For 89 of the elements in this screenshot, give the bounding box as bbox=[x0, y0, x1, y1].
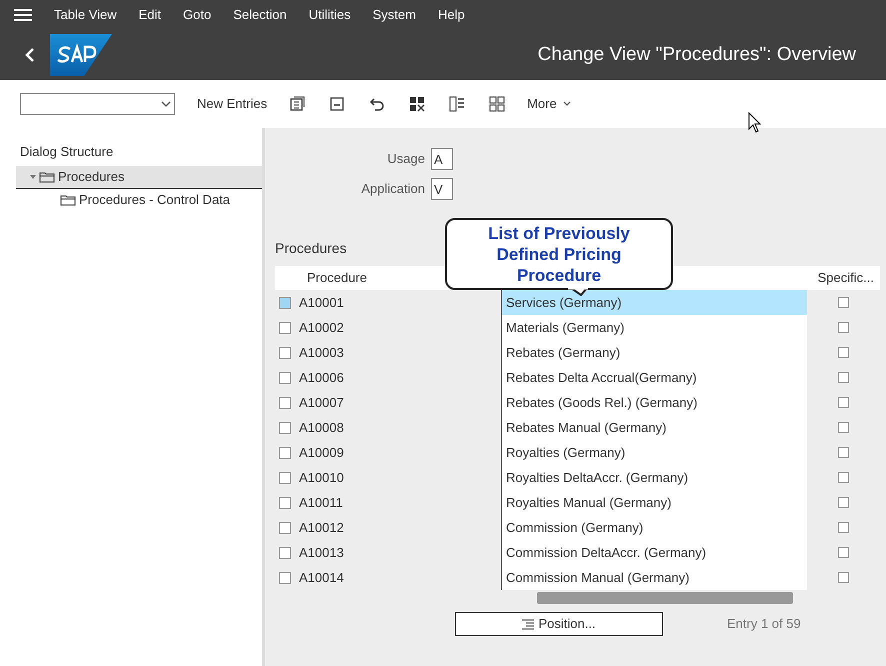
table-cell-text: A10003 bbox=[298, 344, 345, 362]
tree-label: Procedures bbox=[58, 168, 124, 186]
dropdown-field[interactable] bbox=[20, 93, 175, 115]
checkbox[interactable] bbox=[838, 347, 848, 358]
table-cell: Rebates (Goods Rel.) (Germany) bbox=[501, 390, 807, 415]
callout: List of Previously Defined Pricing Procedure bbox=[445, 218, 673, 290]
table-cell: Rebates Manual (Germany) bbox=[501, 415, 807, 440]
chevron-down-icon bbox=[161, 100, 171, 108]
field-label: Application bbox=[360, 180, 425, 198]
folder-icon bbox=[39, 170, 55, 182]
table-cell: Materials (Germany) bbox=[501, 315, 807, 340]
row-selector[interactable] bbox=[279, 296, 291, 308]
table-cell: Commission DeltaAccr. (Germany) bbox=[501, 540, 807, 565]
position-button[interactable]: Position... bbox=[455, 612, 663, 636]
menu-item[interactable]: Help bbox=[438, 5, 465, 25]
menu-item[interactable]: Edit bbox=[138, 5, 162, 25]
menu-item[interactable]: Goto bbox=[183, 5, 212, 25]
row-selector[interactable] bbox=[279, 446, 291, 458]
table-cell-text: A10010 bbox=[298, 468, 345, 487]
table-cell-text: A10012 bbox=[298, 518, 345, 537]
undo-icon bbox=[369, 96, 386, 112]
logo-icon bbox=[50, 34, 112, 76]
chevron-down-icon bbox=[562, 101, 571, 107]
new-entries-button[interactable]: New Entries bbox=[197, 94, 268, 114]
table-cell-text: A10013 bbox=[298, 544, 345, 562]
input-field[interactable]: A bbox=[431, 148, 453, 170]
tree-item[interactable]: Procedures bbox=[16, 166, 262, 188]
column-header: Specific... bbox=[818, 269, 874, 288]
scrollbar[interactable] bbox=[537, 592, 793, 604]
row-selector[interactable] bbox=[279, 522, 291, 534]
table-cell-text: A10002 bbox=[298, 318, 345, 337]
table-cell: Rebates Delta Accrual(Germany) bbox=[501, 365, 807, 390]
column-header: Procedure bbox=[307, 269, 367, 288]
tree-item[interactable]: Procedures - Control Data bbox=[16, 188, 262, 212]
row-selector[interactable] bbox=[279, 346, 291, 358]
menu-item[interactable]: Selection bbox=[233, 5, 287, 25]
row-selector[interactable] bbox=[279, 472, 291, 484]
table-cell: Royalties Manual (Germany) bbox=[501, 490, 807, 515]
checkbox[interactable] bbox=[838, 447, 848, 458]
row-selector[interactable] bbox=[279, 422, 291, 434]
table-cell-text: A10008 bbox=[298, 418, 345, 437]
mouse-cursor-icon bbox=[748, 112, 762, 134]
checkbox[interactable] bbox=[838, 397, 848, 408]
table-cell: Royalties (Germany) bbox=[501, 440, 807, 465]
page-title: Change View "Procedures": Overview bbox=[538, 42, 856, 67]
table-cell-text: A10001 bbox=[298, 294, 345, 312]
list-icon bbox=[522, 618, 534, 630]
menu-item[interactable]: Utilities bbox=[308, 5, 351, 25]
table-cell-text: A10009 bbox=[298, 444, 345, 462]
checkbox[interactable] bbox=[838, 472, 848, 483]
table-cell: Services (Germany) bbox=[501, 290, 807, 315]
table-cell: Commission Manual (Germany) bbox=[501, 565, 807, 590]
table-cell-text: A10011 bbox=[298, 494, 344, 512]
more-button[interactable]: More bbox=[527, 94, 571, 114]
checkbox[interactable] bbox=[838, 297, 848, 308]
tree-label: Procedures - Control Data bbox=[79, 191, 230, 210]
entry-count: Entry 1 of 59 bbox=[727, 615, 801, 634]
table-cell: Commission (Germany) bbox=[501, 515, 807, 540]
panel-title: Dialog Structure bbox=[19, 143, 114, 161]
checkbox[interactable] bbox=[838, 572, 848, 583]
back-icon[interactable] bbox=[24, 47, 36, 63]
copy-icon bbox=[289, 96, 306, 112]
checkbox[interactable] bbox=[838, 322, 848, 333]
checkbox[interactable] bbox=[838, 547, 848, 558]
row-selector[interactable] bbox=[279, 322, 291, 334]
table-cell-text: A10007 bbox=[298, 394, 345, 412]
checkbox[interactable] bbox=[838, 422, 848, 433]
table-title: Procedures bbox=[275, 240, 347, 256]
table-cell: Rebates (Germany) bbox=[501, 340, 807, 365]
menu-item[interactable]: System bbox=[372, 5, 416, 25]
row-selector[interactable] bbox=[279, 396, 291, 408]
menu-icon[interactable] bbox=[14, 8, 32, 22]
row-selector[interactable] bbox=[279, 372, 291, 384]
row-selector[interactable] bbox=[279, 496, 291, 508]
input-field[interactable]: V bbox=[431, 178, 453, 200]
menu-item[interactable]: Table View bbox=[54, 5, 117, 25]
checkbox[interactable] bbox=[838, 372, 848, 383]
table-cell-text: A10014 bbox=[298, 568, 345, 587]
expanded-icon[interactable] bbox=[30, 174, 36, 180]
select-all-button[interactable] bbox=[407, 94, 428, 114]
checkbox[interactable] bbox=[838, 497, 848, 508]
row-selector[interactable] bbox=[279, 572, 291, 584]
checkbox[interactable] bbox=[838, 522, 848, 533]
table-cell-text: A10006 bbox=[298, 368, 345, 387]
row-selector[interactable] bbox=[279, 546, 291, 558]
field-label: Usage bbox=[386, 150, 425, 168]
table-cell: Royalties DeltaAccr. (Germany) bbox=[501, 465, 807, 490]
select-all-icon bbox=[409, 96, 426, 112]
folder-icon bbox=[60, 194, 76, 206]
